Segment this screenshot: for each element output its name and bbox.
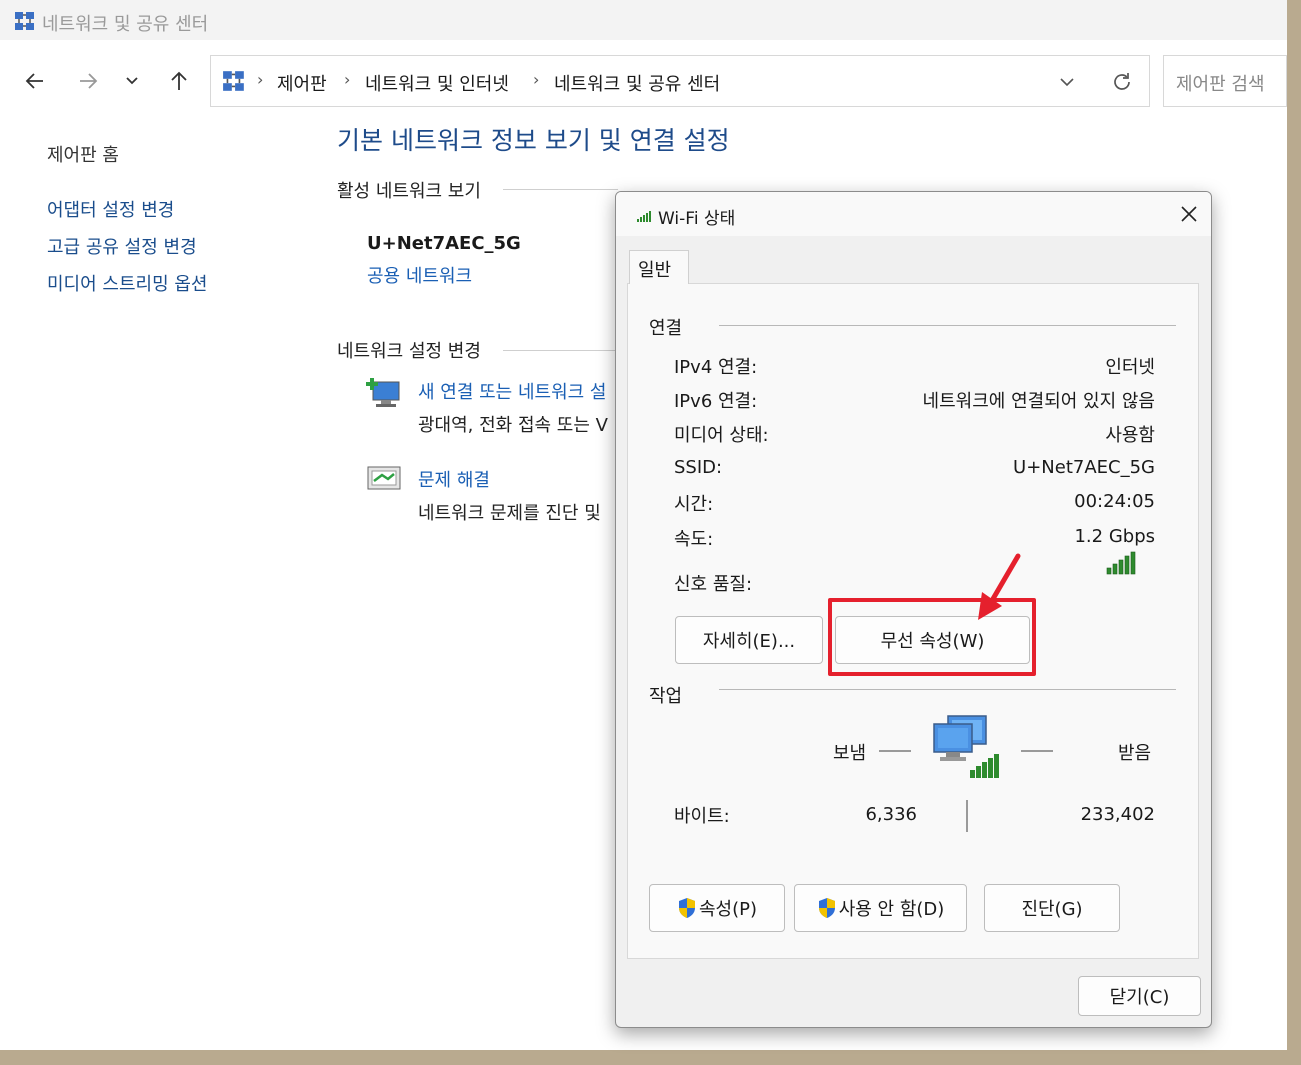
title-bar: 네트워크 및 공유 센터 <box>0 0 1287 40</box>
speed-label: 속도: <box>674 529 714 550</box>
troubleshoot-link[interactable]: 문제 해결 <box>418 466 490 492</box>
breadcrumb-network-internet[interactable]: 네트워크 및 인터넷 <box>365 70 509 96</box>
breadcrumb-control-panel[interactable]: 제어판 <box>277 70 327 96</box>
arrow-up-icon <box>171 71 187 90</box>
close-icon <box>1181 206 1197 222</box>
sent-line <box>879 750 911 752</box>
dialog-title-bar: Wi-Fi 상태 <box>616 192 1211 236</box>
duration-value: 00:24:05 <box>1074 491 1155 512</box>
network-name: U+Net7AEC_5G <box>367 233 521 254</box>
group-divider <box>719 689 1176 690</box>
sent-label: 보냄 <box>833 743 867 764</box>
refresh-icon <box>1114 73 1130 90</box>
ipv6-label: IPv6 연결: <box>674 391 758 412</box>
activity-group-label: 작업 <box>649 686 683 707</box>
recent-locations-button[interactable] <box>117 66 147 96</box>
new-connection-icon <box>365 376 405 416</box>
disable-button-label: 사용 안 함(D) <box>838 899 945 920</box>
uac-shield-icon <box>678 898 695 918</box>
ipv6-value: 네트워크에 연결되어 있지 않음 <box>922 391 1155 412</box>
search-input[interactable]: 제어판 검색 <box>1163 55 1287 107</box>
signal-quality-label: 신호 품질: <box>674 574 753 595</box>
chevron-down-icon <box>126 77 138 85</box>
breadcrumb-network-sharing-center[interactable]: 네트워크 및 공유 센터 <box>554 70 720 96</box>
bytes-received-value: 233,402 <box>1080 804 1155 825</box>
ipv4-label: IPv4 연결: <box>674 357 758 378</box>
up-button[interactable] <box>164 66 194 96</box>
breadcrumb-separator: › <box>257 70 264 89</box>
bytes-label: 바이트: <box>674 806 730 827</box>
media-state-label: 미디어 상태: <box>674 425 769 446</box>
window-title: 네트워크 및 공유 센터 <box>42 14 209 35</box>
properties-button[interactable]: 속성(P) <box>649 884 785 932</box>
network-type-link[interactable]: 공용 네트워크 <box>367 262 472 288</box>
page-title: 기본 네트워크 정보 보기 및 연결 설정 <box>337 126 730 155</box>
sidebar-item-adapter-settings[interactable]: 어댑터 설정 변경 <box>47 196 174 222</box>
active-networks-heading: 활성 네트워크 보기 <box>337 181 481 202</box>
ssid-label: SSID: <box>674 457 723 478</box>
bytes-sent-value: 6,336 <box>865 804 917 825</box>
arrow-right-icon <box>80 73 98 89</box>
search-placeholder: 제어판 검색 <box>1176 74 1265 95</box>
breadcrumb-separator: › <box>533 70 540 89</box>
troubleshoot-icon <box>366 465 404 501</box>
sidebar-item-advanced-sharing[interactable]: 고급 공유 설정 변경 <box>47 233 197 259</box>
speed-value: 1.2 Gbps <box>1074 526 1155 547</box>
received-label: 받음 <box>1118 743 1152 764</box>
refresh-button[interactable] <box>1109 69 1135 95</box>
tab-general-label: 일반 <box>638 260 672 281</box>
back-button[interactable] <box>20 66 50 96</box>
details-button[interactable]: 자세히(E)... <box>675 616 823 664</box>
red-arrow-annotation <box>978 553 1021 620</box>
address-history-button[interactable] <box>1055 70 1079 94</box>
arrow-left-icon <box>25 73 43 89</box>
details-button-label: 자세히(E)... <box>702 631 796 652</box>
section-divider <box>503 189 618 190</box>
close-button-label: 닫기(C) <box>1109 987 1170 1008</box>
group-divider <box>719 325 1176 326</box>
ipv4-value: 인터넷 <box>1105 357 1155 378</box>
bytes-divider <box>966 800 968 832</box>
network-center-icon <box>14 10 36 36</box>
breadcrumb-separator: › <box>344 70 351 89</box>
diagnose-button[interactable]: 진단(G) <box>984 884 1120 932</box>
new-connection-description: 광대역, 전화 접속 또는 V <box>418 415 608 436</box>
sidebar-item-media-streaming[interactable]: 미디어 스트리밍 옵션 <box>47 270 207 296</box>
wifi-signal-icon <box>636 208 652 227</box>
section-divider <box>503 350 618 351</box>
network-activity-icon <box>932 714 1006 784</box>
received-line <box>1021 750 1053 752</box>
media-state-value: 사용함 <box>1105 425 1155 446</box>
signal-strength-icon <box>1106 551 1138 579</box>
duration-label: 시간: <box>674 494 714 515</box>
uac-shield-icon <box>818 898 835 918</box>
control-panel-icon <box>222 69 246 97</box>
sidebar-home-link[interactable]: 제어판 홈 <box>47 141 119 167</box>
ssid-value: U+Net7AEC_5G <box>1013 457 1155 478</box>
new-connection-link[interactable]: 새 연결 또는 네트워크 설 <box>418 378 607 404</box>
change-settings-heading: 네트워크 설정 변경 <box>337 341 481 362</box>
connection-group-label: 연결 <box>649 318 683 339</box>
dialog-close-button[interactable] <box>1176 201 1202 227</box>
disable-button[interactable]: 사용 안 함(D) <box>794 884 967 932</box>
chevron-down-icon <box>1060 78 1074 87</box>
troubleshoot-description: 네트워크 문제를 진단 및 <box>418 503 601 524</box>
dialog-title: Wi-Fi 상태 <box>658 209 736 229</box>
close-button[interactable]: 닫기(C) <box>1078 976 1201 1016</box>
diagnose-button-label: 진단(G) <box>1021 899 1083 920</box>
tab-general[interactable]: 일반 <box>629 250 689 284</box>
properties-button-label: 속성(P) <box>698 899 758 920</box>
forward-button[interactable] <box>73 66 103 96</box>
